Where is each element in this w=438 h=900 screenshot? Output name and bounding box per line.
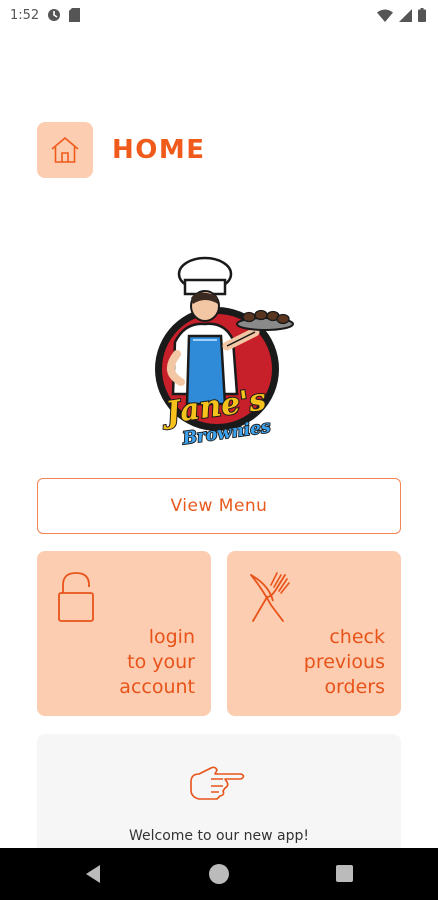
- page-title: HOME: [112, 135, 206, 165]
- status-bar: 1:52: [0, 0, 438, 30]
- orders-label: check previous orders: [303, 626, 385, 698]
- status-left: 1:52: [10, 7, 81, 23]
- lock-icon: [58, 572, 94, 622]
- main-content: Jane's Brownies View Menu login to your …: [0, 202, 438, 864]
- home-circle-icon[interactable]: [209, 864, 229, 884]
- pointing-hand-icon: [190, 766, 245, 800]
- back-icon[interactable]: [84, 864, 102, 884]
- fork-knife-icon: [250, 572, 290, 622]
- battery-icon: [418, 8, 426, 22]
- view-menu-button[interactable]: View Menu: [37, 478, 401, 534]
- janes-brownies-logo: Jane's Brownies: [155, 256, 294, 450]
- status-time: 1:52: [10, 7, 40, 23]
- wifi-icon: [377, 9, 393, 22]
- signal-icon: [399, 8, 412, 22]
- orders-card[interactable]: check previous orders: [227, 551, 401, 716]
- sd-card-icon: [69, 8, 81, 22]
- home-icon: [51, 137, 79, 163]
- welcome-card: Welcome to our new app!: [37, 734, 401, 864]
- recents-icon[interactable]: [336, 865, 353, 882]
- data-saver-icon: [48, 9, 61, 21]
- system-nav-bar: [0, 848, 438, 900]
- login-card[interactable]: login to your account: [37, 551, 211, 716]
- home-badge[interactable]: [37, 122, 93, 178]
- status-right: [377, 8, 426, 22]
- app-header: HOME: [0, 30, 438, 202]
- welcome-text: Welcome to our new app!: [129, 828, 309, 844]
- login-label: login to your account: [119, 626, 195, 698]
